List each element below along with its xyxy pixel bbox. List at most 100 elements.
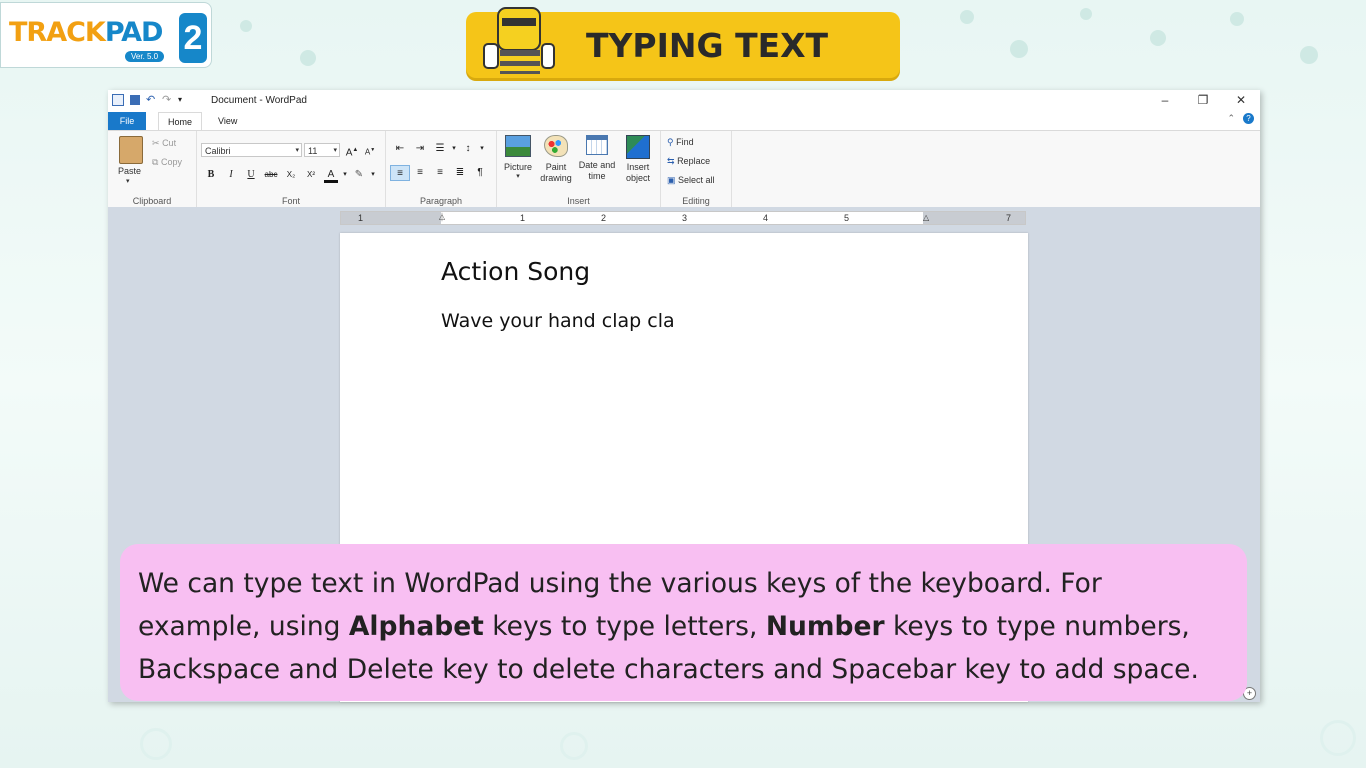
customize-qa-icon[interactable]: ▾ <box>178 95 188 105</box>
ruler-mark: 5 <box>844 213 850 223</box>
font-size-select[interactable]: 11 ▾ <box>304 143 340 157</box>
justify-icon[interactable]: ≣ <box>450 165 470 181</box>
calendar-icon <box>586 135 608 155</box>
paste-dropdown-icon[interactable]: ▾ <box>126 177 130 185</box>
copy-icon: ⧉ <box>152 157 159 167</box>
title-bar: ↶ ↷ ▾ Document - WordPad – ❐ ✕ <box>108 90 1260 110</box>
find-button[interactable]: ⚲ Find <box>667 137 694 148</box>
underline-button[interactable]: U <box>241 167 261 183</box>
logo-version: Ver. 5.0 <box>125 51 165 62</box>
robot-mascot-icon <box>483 7 555 74</box>
logo-badge: 2 <box>179 13 207 63</box>
bg-circle <box>140 728 172 760</box>
close-icon[interactable]: ✕ <box>1222 90 1260 110</box>
group-font: Calibri ▾ 11 ▾ A▲ A▼ B I U abc X₂ X² A ▾ ✎… <box>197 131 386 208</box>
text-color-button[interactable]: A <box>324 167 338 183</box>
restore-icon[interactable]: ❐ <box>1184 90 1222 110</box>
shrink-font-icon[interactable]: A▼ <box>360 142 380 158</box>
window-title: Document - WordPad <box>211 95 307 106</box>
ruler-mark: 7 <box>1006 213 1012 223</box>
text-color-dropdown-icon[interactable]: ▾ <box>341 167 349 183</box>
bg-dot <box>1080 8 1092 20</box>
tab-file[interactable]: File <box>108 112 146 130</box>
tab-view[interactable]: View <box>209 112 246 130</box>
paint-icon <box>544 135 568 157</box>
cut-icon: ✂ <box>152 138 160 148</box>
align-center-icon[interactable]: ≡ <box>410 165 430 181</box>
group-insert: Picture ▾ Paint drawing Date and time In… <box>497 131 661 208</box>
cut-button[interactable]: ✂ Cut <box>152 138 176 149</box>
picture-icon <box>505 135 531 157</box>
paragraph-settings-icon[interactable]: ¶ <box>470 165 490 181</box>
wordpad-app-icon[interactable] <box>112 94 124 106</box>
group-clipboard: Paste ▾ ✂ Cut ⧉ Copy Clipboard <box>108 131 197 208</box>
trackpad-logo: TRACKPAD Ver. 5.0 2 <box>0 2 212 68</box>
font-format-row: B I U abc X₂ X² A ▾ ✎ ▾ <box>201 167 377 183</box>
copy-button[interactable]: ⧉ Copy <box>152 157 182 168</box>
line-spacing-icon[interactable]: ↕ <box>458 141 478 157</box>
group-label-editing: Editing <box>682 196 710 206</box>
group-label-clipboard: Clipboard <box>132 196 172 206</box>
ribbon-tabs: File Home View ⌃ ? <box>108 110 1260 131</box>
collapse-ribbon-icon[interactable]: ⌃ <box>1227 113 1235 124</box>
title-banner: TYPING TEXT <box>466 7 900 78</box>
redo-icon[interactable]: ↷ <box>162 95 172 106</box>
paragraph-row-1: ⇤ ⇥ ☰ ▾ ↕ ▾ <box>390 141 486 157</box>
ruler-mark: 4 <box>763 213 769 223</box>
undo-icon[interactable]: ↶ <box>146 95 156 106</box>
bg-dot <box>1230 12 1244 26</box>
decrease-indent-icon[interactable]: ⇤ <box>390 141 410 157</box>
caption-bold-alphabet: Alphabet <box>348 611 484 642</box>
font-family-select[interactable]: Calibri ▾ <box>201 143 302 157</box>
increase-indent-icon[interactable]: ⇥ <box>410 141 430 157</box>
paragraph-row-2: ≡ ≡ ≡ ≣ ¶ <box>390 165 490 181</box>
save-icon[interactable] <box>130 95 140 105</box>
group-label-paragraph: Paragraph <box>419 196 463 206</box>
bg-dot <box>1300 46 1318 64</box>
group-editing: ⚲ Find ⇆ Replace ▣ Select all Editing <box>661 131 732 208</box>
italic-button[interactable]: I <box>221 167 241 183</box>
bullets-dropdown-icon[interactable]: ▾ <box>450 141 458 157</box>
right-indent-marker-icon[interactable]: △ <box>923 212 929 224</box>
minimize-icon[interactable]: – <box>1146 90 1184 110</box>
insert-object-button[interactable]: Insert object <box>619 135 657 184</box>
superscript-button[interactable]: X² <box>301 167 321 183</box>
caption-text-2: keys to type letters, <box>483 611 766 642</box>
align-left-icon[interactable]: ≡ <box>390 165 410 181</box>
ruler-mark: 3 <box>682 213 688 223</box>
bullets-icon[interactable]: ☰ <box>430 141 450 157</box>
grow-font-icon[interactable]: A▲ <box>342 142 362 158</box>
group-label-insert: Insert <box>567 196 590 206</box>
help-icon[interactable]: ? <box>1243 113 1254 124</box>
select-all-button[interactable]: ▣ Select all <box>667 175 715 186</box>
highlight-icon[interactable]: ✎ <box>349 167 369 183</box>
picture-dropdown-icon: ▾ <box>516 173 520 180</box>
highlight-dropdown-icon[interactable]: ▾ <box>369 167 377 183</box>
ruler-mark: 1 <box>520 213 526 223</box>
object-icon <box>626 135 650 159</box>
banner-title: TYPING TEXT <box>586 26 829 65</box>
strikethrough-button[interactable]: abc <box>261 167 281 183</box>
replace-button[interactable]: ⇆ Replace <box>667 156 710 167</box>
indent-marker-icon[interactable]: ⏃ <box>438 212 446 224</box>
bg-circle <box>1320 720 1356 756</box>
ribbon-right-controls: ⌃ ? <box>1227 113 1254 124</box>
document-heading: Action Song <box>441 257 591 286</box>
align-right-icon[interactable]: ≡ <box>430 165 450 181</box>
bg-dot <box>240 20 252 32</box>
tab-home[interactable]: Home <box>158 112 203 131</box>
group-paragraph: ⇤ ⇥ ☰ ▾ ↕ ▾ ≡ ≡ ≡ ≣ ¶ Paragraph <box>386 131 497 208</box>
paint-drawing-button[interactable]: Paint drawing <box>537 135 575 184</box>
ruler[interactable]: 1 1 2 3 4 5 7 ⏃ △ <box>340 211 1026 225</box>
logo-wordmark: TRACKPAD <box>9 17 163 48</box>
paste-icon[interactable] <box>119 136 143 164</box>
group-label-font: Font <box>281 196 300 206</box>
paste-button[interactable]: Paste <box>118 166 141 176</box>
bold-button[interactable]: B <box>201 167 221 183</box>
insert-picture-button[interactable]: Picture ▾ <box>501 135 535 180</box>
ruler-mark: 1 <box>358 213 364 223</box>
date-time-button[interactable]: Date and time <box>577 135 617 182</box>
ruler-margin-left <box>341 212 441 224</box>
line-spacing-dropdown-icon[interactable]: ▾ <box>478 141 486 157</box>
subscript-button[interactable]: X₂ <box>281 167 301 183</box>
